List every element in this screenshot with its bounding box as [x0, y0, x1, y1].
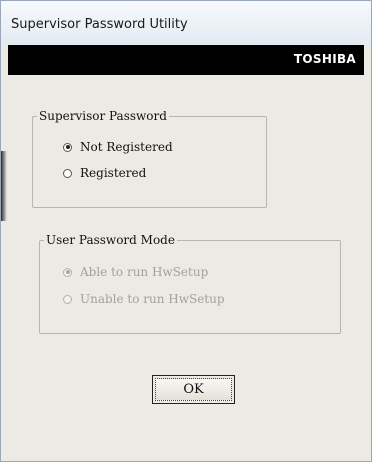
brand-banner: TOSHIBA [8, 45, 364, 75]
supervisor-password-group: Supervisor Password [32, 109, 267, 208]
supervisor-password-legend: Supervisor Password [39, 109, 167, 123]
title-bar[interactable]: Supervisor Password Utility [1, 1, 371, 45]
window-edge-shadow [1, 151, 7, 221]
radio-label: Able to run HwSetup [80, 265, 209, 279]
toshiba-logo: TOSHIBA [293, 52, 356, 66]
radio-unselected-icon[interactable] [63, 168, 72, 178]
window-title: Supervisor Password Utility [11, 17, 188, 32]
user-password-mode-group: User Password Mode [39, 233, 341, 334]
radio-unselected-disabled-icon [63, 294, 72, 304]
radio-unable-to-run-hwsetup: Unable to run HwSetup [63, 290, 225, 308]
ok-button[interactable]: OK [152, 375, 235, 404]
radio-selected-icon[interactable] [63, 142, 72, 152]
radio-not-registered[interactable]: Not Registered [63, 138, 173, 156]
ok-button-label: OK [155, 378, 232, 401]
radio-label: Registered [80, 166, 147, 180]
radio-registered[interactable]: Registered [63, 164, 146, 182]
radio-label: Not Registered [80, 140, 173, 154]
user-password-mode-legend: User Password Mode [46, 233, 175, 247]
radio-label: Unable to run HwSetup [80, 292, 225, 306]
radio-selected-disabled-icon [63, 267, 72, 277]
radio-able-to-run-hwsetup: Able to run HwSetup [63, 263, 208, 281]
